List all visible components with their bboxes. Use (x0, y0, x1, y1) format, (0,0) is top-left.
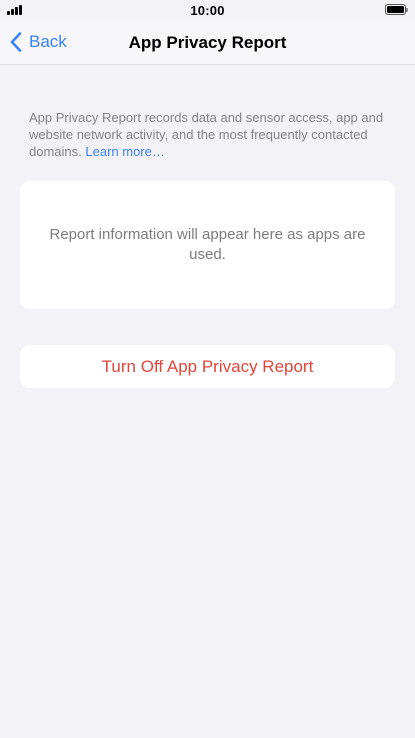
report-info-text: Report information will appear here as a… (49, 226, 366, 263)
turn-off-report-button[interactable]: Turn Off App Privacy Report (20, 345, 395, 388)
learn-more-link[interactable]: Learn more… (85, 144, 164, 159)
navigation-bar: Back App Privacy Report (0, 20, 415, 65)
page-title: App Privacy Report (128, 33, 287, 52)
intro-description: App Privacy Report records data and sens… (29, 109, 389, 160)
battery-icon (385, 4, 408, 15)
status-time: 10:00 (190, 3, 225, 18)
intro-text: App Privacy Report records data and sens… (29, 110, 384, 159)
report-info-card: Report information will appear here as a… (20, 181, 395, 309)
status-bar: 10:00 (0, 0, 415, 20)
turn-off-report-label: Turn Off App Privacy Report (101, 356, 314, 376)
